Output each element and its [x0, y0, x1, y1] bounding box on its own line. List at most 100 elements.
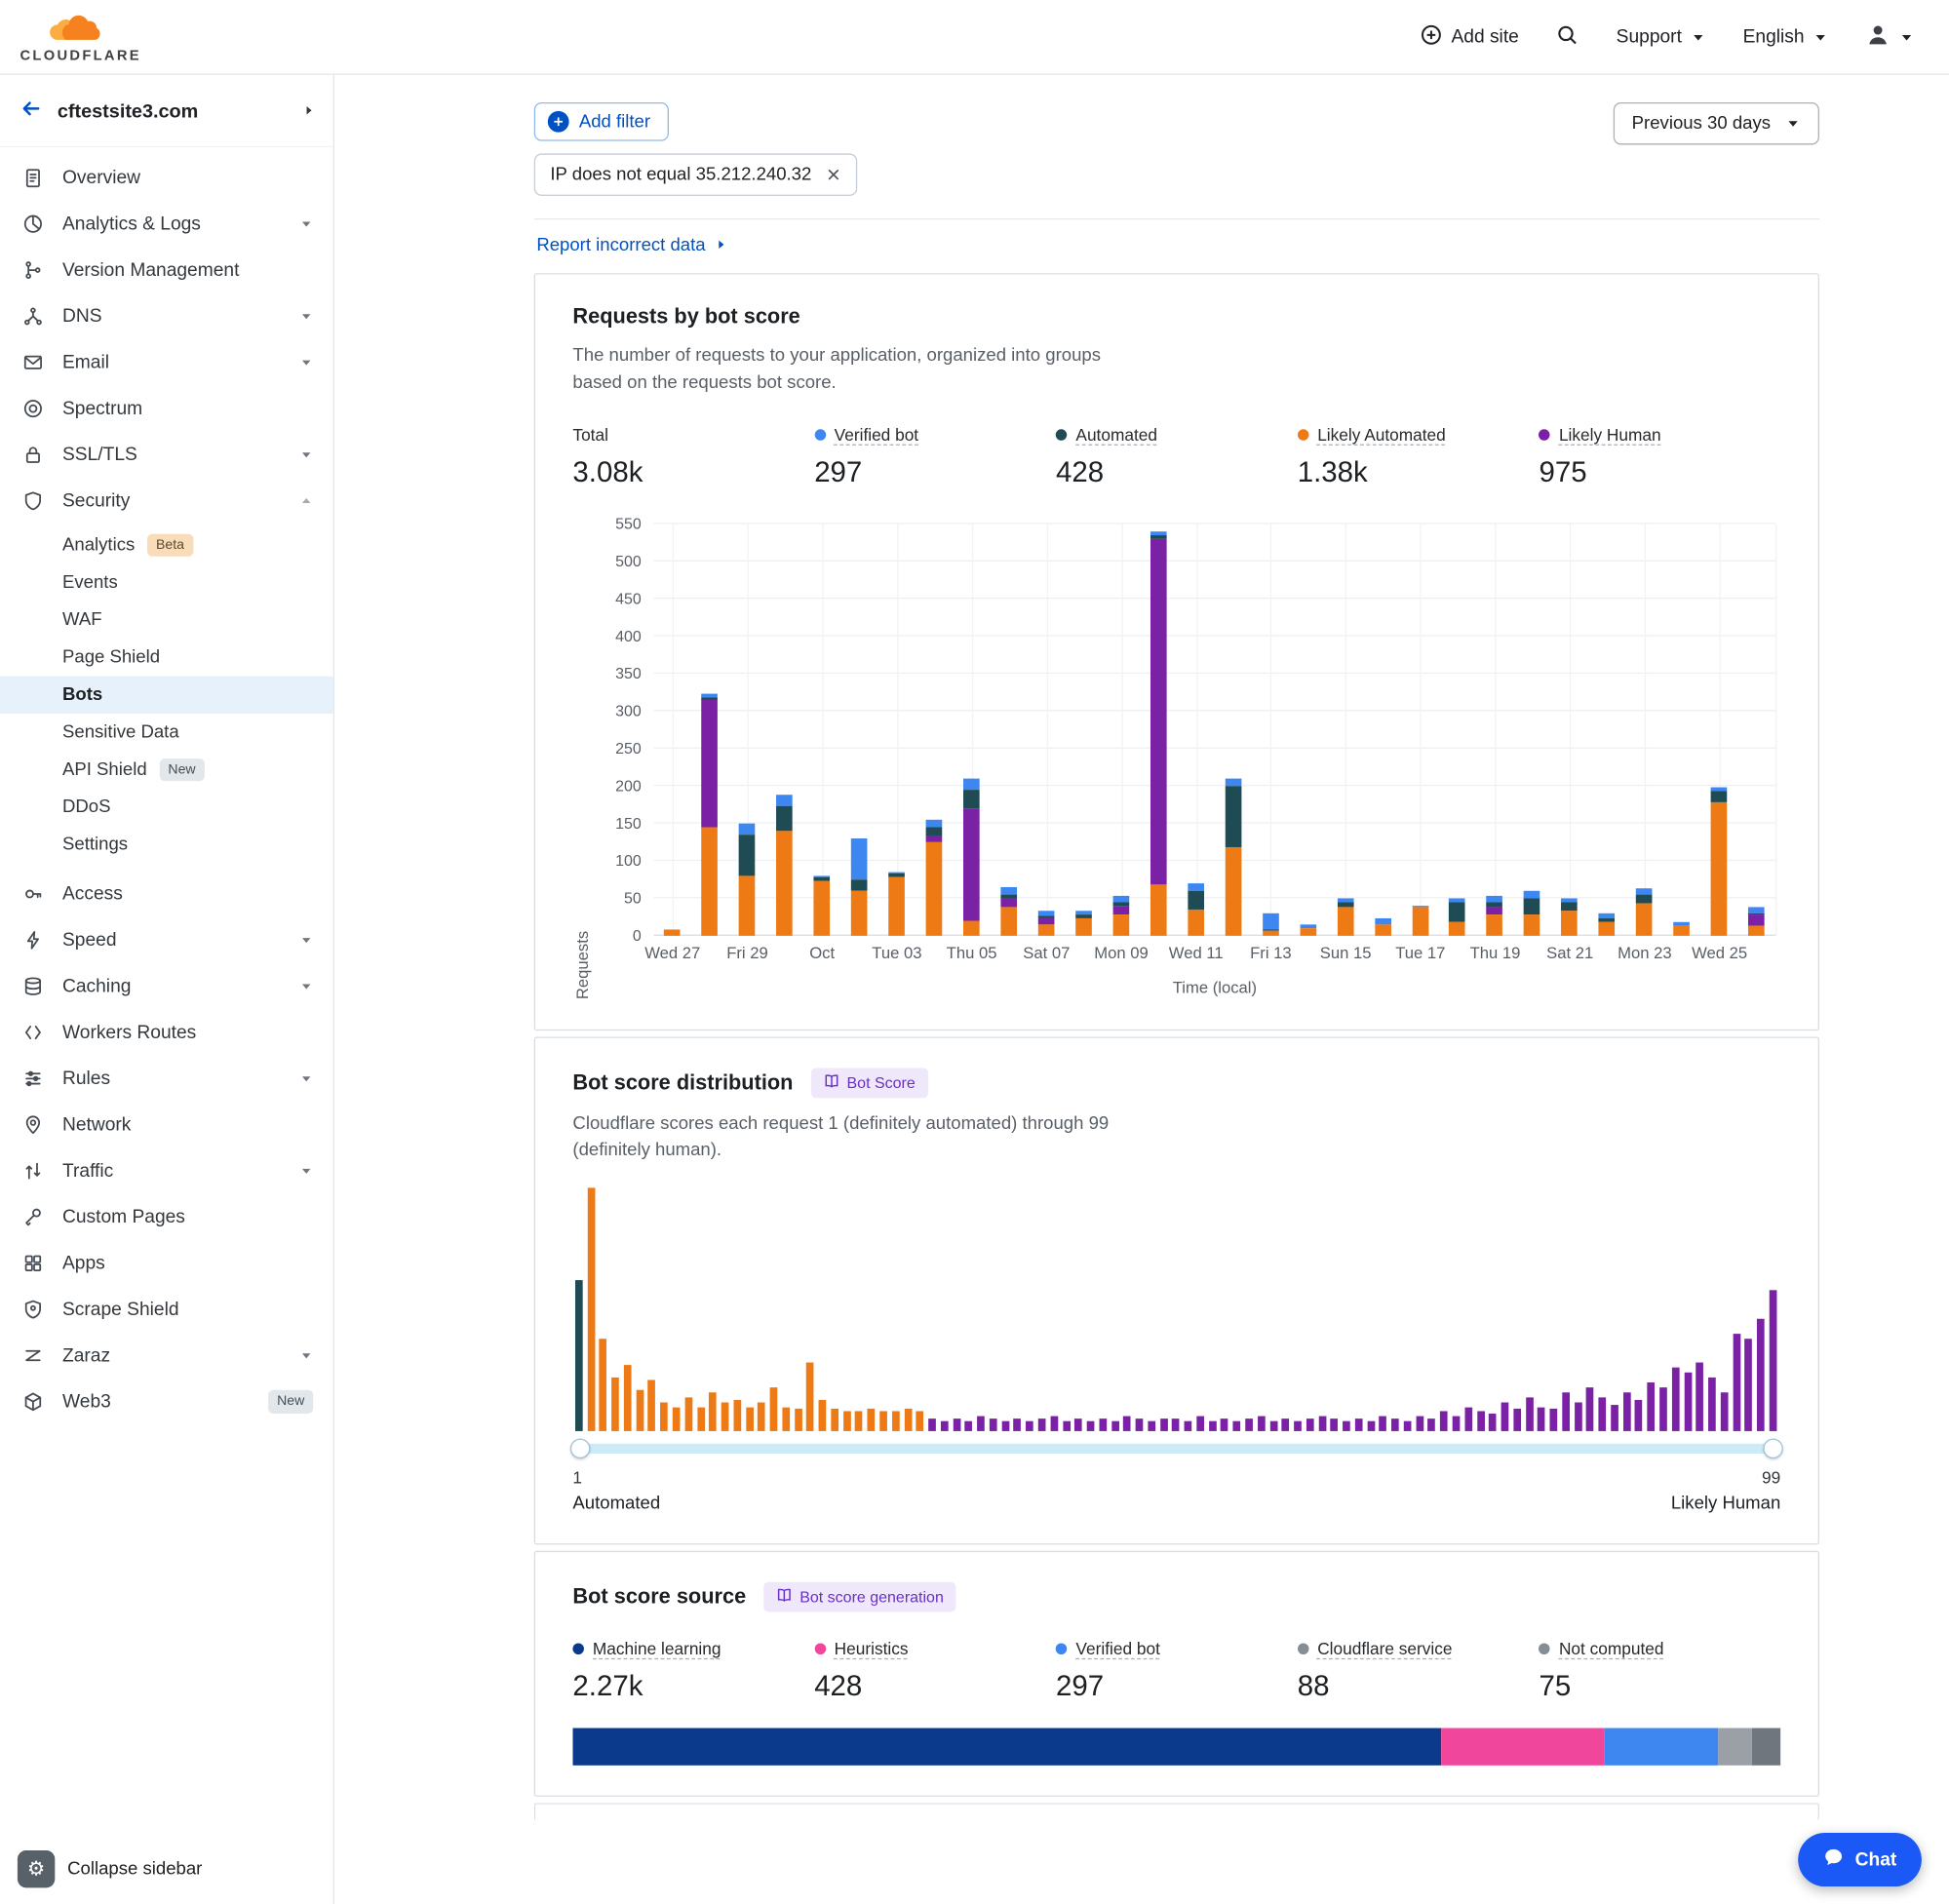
- filter-chip[interactable]: IP does not equal 35.212.240.32: [534, 153, 858, 196]
- histogram-bar-score-84[interactable]: [1586, 1387, 1594, 1431]
- chevron-down-icon[interactable]: [299, 1348, 313, 1362]
- histogram-bar-score-83[interactable]: [1575, 1402, 1582, 1431]
- histogram-bar-score-86[interactable]: [1611, 1404, 1618, 1430]
- sidebar-item-overview[interactable]: Overview: [0, 155, 333, 201]
- histogram-bar-score-9[interactable]: [673, 1407, 681, 1431]
- requests-bar[interactable]: [1412, 906, 1428, 936]
- sidebar-item-api-shield[interactable]: API ShieldNew: [0, 751, 333, 788]
- histogram-bar-score-7[interactable]: [648, 1380, 656, 1431]
- sidebar-item-sensitive-data[interactable]: Sensitive Data: [0, 714, 333, 751]
- requests-bar[interactable]: [739, 823, 756, 935]
- requests-bar[interactable]: [888, 872, 905, 935]
- histogram-bar-score-76[interactable]: [1489, 1414, 1497, 1430]
- sidebar-item-access[interactable]: Access: [0, 871, 333, 916]
- language-menu[interactable]: English: [1743, 26, 1828, 48]
- histogram-bar-score-96[interactable]: [1733, 1334, 1740, 1431]
- histogram-bar-score-56[interactable]: [1245, 1418, 1253, 1430]
- requests-bar[interactable]: [1263, 913, 1279, 935]
- requests-bar[interactable]: [1711, 787, 1728, 935]
- sidebar-item-web3[interactable]: Web3New: [0, 1379, 333, 1424]
- chevron-down-icon[interactable]: [299, 1164, 313, 1178]
- slider-handle-max[interactable]: [1763, 1439, 1782, 1458]
- chevron-down-icon[interactable]: [299, 356, 313, 369]
- sidebar-item-waf[interactable]: WAF: [0, 602, 333, 639]
- histogram-bar-score-43[interactable]: [1087, 1421, 1095, 1431]
- requests-bar[interactable]: [1300, 924, 1316, 936]
- histogram-bar-score-47[interactable]: [1136, 1418, 1144, 1430]
- histogram-bar-score-98[interactable]: [1757, 1319, 1765, 1431]
- add-site-button[interactable]: Add site: [1420, 23, 1518, 51]
- sidebar-item-ssl-tls[interactable]: SSL/TLS: [0, 432, 333, 478]
- requests-bar[interactable]: [1337, 898, 1353, 935]
- sidebar-item-page-shield[interactable]: Page Shield: [0, 639, 333, 676]
- sidebar-item-bots[interactable]: Bots: [0, 677, 333, 714]
- bot-score-generation-badge[interactable]: Bot score generation: [763, 1582, 956, 1613]
- requests-bar[interactable]: [1188, 882, 1204, 935]
- histogram-bar-score-41[interactable]: [1063, 1421, 1071, 1431]
- histogram-bar-score-3[interactable]: [600, 1339, 607, 1431]
- histogram-bar-score-25[interactable]: [868, 1409, 876, 1430]
- histogram-bar-score-13[interactable]: [721, 1402, 729, 1431]
- histogram-bar-score-50[interactable]: [1172, 1418, 1180, 1430]
- histogram-bar-score-64[interactable]: [1343, 1421, 1350, 1431]
- sidebar-item-zaraz[interactable]: Zaraz: [0, 1333, 333, 1379]
- histogram-bar-score-70[interactable]: [1416, 1417, 1423, 1431]
- requests-bar[interactable]: [1748, 907, 1765, 935]
- histogram-bar-score-66[interactable]: [1367, 1421, 1375, 1431]
- histogram-bar-score-91[interactable]: [1672, 1368, 1680, 1431]
- requests-bar[interactable]: [1599, 913, 1616, 935]
- histogram-bar-score-33[interactable]: [965, 1421, 973, 1431]
- requests-bar[interactable]: [1038, 912, 1055, 936]
- sidebar-item-apps[interactable]: Apps: [0, 1240, 333, 1286]
- histogram-bar-score-80[interactable]: [1538, 1407, 1545, 1431]
- sidebar-item-network[interactable]: Network: [0, 1102, 333, 1147]
- histogram-bar-score-58[interactable]: [1269, 1421, 1277, 1431]
- histogram-bar-score-57[interactable]: [1258, 1417, 1266, 1431]
- histogram-bar-score-5[interactable]: [624, 1366, 632, 1431]
- histogram-bar-score-78[interactable]: [1513, 1409, 1521, 1430]
- histogram-bar-score-94[interactable]: [1708, 1378, 1716, 1431]
- histogram-bar-score-18[interactable]: [782, 1407, 790, 1431]
- histogram-bar-score-21[interactable]: [819, 1399, 827, 1430]
- histogram-bar-score-10[interactable]: [684, 1397, 692, 1431]
- date-range-select[interactable]: Previous 30 days: [1613, 102, 1818, 145]
- histogram-bar-score-69[interactable]: [1404, 1421, 1412, 1431]
- histogram-bar-score-72[interactable]: [1440, 1412, 1448, 1431]
- chevron-down-icon[interactable]: [299, 309, 313, 323]
- histogram-bar-score-87[interactable]: [1623, 1392, 1631, 1431]
- sidebar-item-rules[interactable]: Rules: [0, 1056, 333, 1102]
- sidebar-item-analytics-logs[interactable]: Analytics & Logs: [0, 201, 333, 247]
- account-menu[interactable]: [1865, 21, 1914, 52]
- requests-bar[interactable]: [1636, 889, 1653, 936]
- histogram-bar-score-16[interactable]: [758, 1402, 765, 1431]
- histogram-bar-score-71[interactable]: [1428, 1418, 1436, 1430]
- histogram-bar-score-24[interactable]: [855, 1412, 863, 1431]
- histogram-bar-score-22[interactable]: [831, 1409, 838, 1430]
- histogram-bar-score-46[interactable]: [1123, 1417, 1131, 1431]
- histogram-bar-score-92[interactable]: [1684, 1373, 1692, 1431]
- requests-bar[interactable]: [814, 875, 831, 935]
- sidebar-item-traffic[interactable]: Traffic: [0, 1147, 333, 1193]
- sidebar-item-custom-pages[interactable]: Custom Pages: [0, 1194, 333, 1240]
- histogram-bar-score-67[interactable]: [1380, 1417, 1387, 1431]
- requests-bar[interactable]: [1449, 898, 1465, 935]
- histogram-bar-score-6[interactable]: [636, 1390, 643, 1431]
- histogram-bar-score-36[interactable]: [1001, 1421, 1009, 1431]
- histogram-bar-score-14[interactable]: [733, 1399, 741, 1430]
- sidebar-item-email[interactable]: Email: [0, 339, 333, 385]
- histogram-bar-score-19[interactable]: [795, 1409, 802, 1430]
- chat-button[interactable]: Chat: [1798, 1833, 1922, 1886]
- requests-bar[interactable]: [1225, 778, 1241, 935]
- histogram-bar-score-82[interactable]: [1562, 1392, 1570, 1431]
- requests-bar[interactable]: [1524, 890, 1540, 935]
- histogram-bar-score-40[interactable]: [1050, 1417, 1058, 1431]
- sidebar-item-spectrum[interactable]: Spectrum: [0, 385, 333, 431]
- close-icon[interactable]: [827, 167, 841, 181]
- requests-bar[interactable]: [851, 837, 868, 935]
- histogram-bar-score-29[interactable]: [916, 1412, 924, 1431]
- histogram-bar-score-61[interactable]: [1306, 1418, 1314, 1430]
- chevron-down-icon[interactable]: [299, 933, 313, 947]
- requests-bar[interactable]: [1561, 898, 1578, 935]
- histogram-bar-score-11[interactable]: [697, 1407, 705, 1431]
- histogram-bar-score-95[interactable]: [1721, 1392, 1729, 1431]
